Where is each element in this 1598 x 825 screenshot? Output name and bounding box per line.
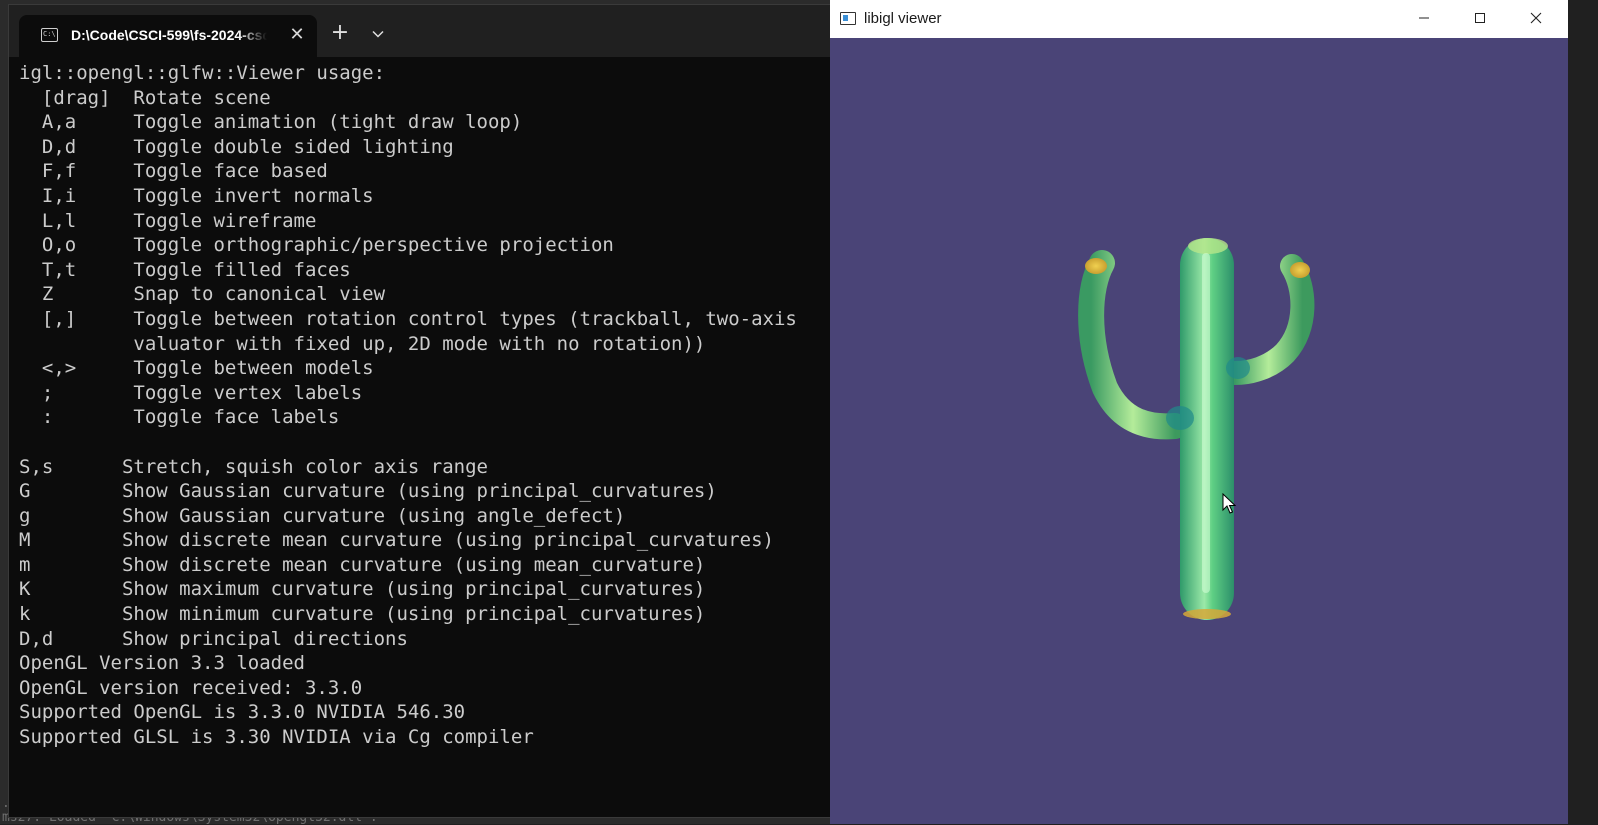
new-tab-button[interactable]: + [327,21,353,47]
terminal-line: Z Snap to canonical view [19,283,386,306]
terminal-line: Supported OpenGL is 3.3.0 NVIDIA 546.30 [19,701,466,724]
terminal-line: F,f Toggle face based [19,160,328,183]
tab-title: D:\Code\CSCI-599\fs-2024-csci-599 [71,27,267,43]
terminal-output[interactable]: igl::opengl::glfw::Viewer usage: [drag] … [19,61,845,750]
terminal-line: g Show Gaussian curvature (using angle_d… [19,504,626,527]
cactus-model [1078,238,1315,620]
terminal-line: A,a Toggle animation (tight draw loop) [19,111,523,134]
window-app-icon [840,12,856,25]
viewer-canvas[interactable] [830,38,1568,824]
terminal-line: [,] Toggle between rotation control type… [19,307,797,330]
maximize-icon [1475,13,1485,23]
terminal-line: OpenGL version received: 3.3.0 [19,676,363,699]
terminal-line: K Show maximum curvature (using principa… [19,578,706,601]
terminal-line: k Show minimum curvature (using principa… [19,603,706,626]
tab-dropdown-button[interactable] [365,21,391,47]
tab-strip: C:\ D:\Code\CSCI-599\fs-2024-csci-599 ✕ … [9,5,847,57]
terminal-line: G Show Gaussian curvature (using princip… [19,480,717,503]
maximize-button[interactable] [1452,0,1508,38]
terminal-line: [drag] Rotate scene [19,86,271,109]
console-icon: C:\ [41,28,58,42]
terminal-window: C:\ D:\Code\CSCI-599\fs-2024-csci-599 ✕ … [8,4,848,818]
viewer-title: libigl viewer [864,10,942,27]
terminal-line: ; Toggle vertex labels [19,381,363,404]
terminal-line: M Show discrete mean curvature (using pr… [19,529,774,552]
terminal-line: : Toggle face labels [19,406,340,429]
viewer-titlebar[interactable]: libigl viewer [830,0,1568,38]
close-button[interactable] [1508,0,1564,38]
terminal-line: OpenGL Version 3.3 loaded [19,652,305,675]
terminal-line: igl::opengl::glfw::Viewer usage: [19,62,386,84]
terminal-line: O,o Toggle orthographic/perspective proj… [19,234,614,257]
terminal-line: D,d Toggle double sided lighting [19,135,454,158]
minimize-icon [1419,17,1429,19]
terminal-line: I,i Toggle invert normals [19,184,374,207]
terminal-line: S,s Stretch, squish color axis range [19,455,488,478]
chevron-down-icon [372,30,384,38]
terminal-line: <,> Toggle between models [19,357,374,380]
mouse-pointer-icon [1222,493,1236,514]
close-icon [1530,12,1542,24]
terminal-line: L,l Toggle wireframe [19,209,317,232]
terminal-line: Supported GLSL is 3.30 NVIDIA via Cg com… [19,726,534,749]
libigl-viewer-window: libigl viewer [830,0,1568,824]
terminal-line: D,d Show principal directions [19,627,408,650]
terminal-line: m Show discrete mean curvature (using me… [19,553,706,576]
terminal-tab[interactable]: C:\ D:\Code\CSCI-599\fs-2024-csci-599 ✕ [19,15,317,57]
minimize-button[interactable] [1396,0,1452,38]
tab-close-button[interactable]: ✕ [286,24,308,46]
terminal-line: valuator with fixed up, 2D mode with no … [19,332,706,355]
terminal-line: T,t Toggle filled faces [19,258,351,281]
